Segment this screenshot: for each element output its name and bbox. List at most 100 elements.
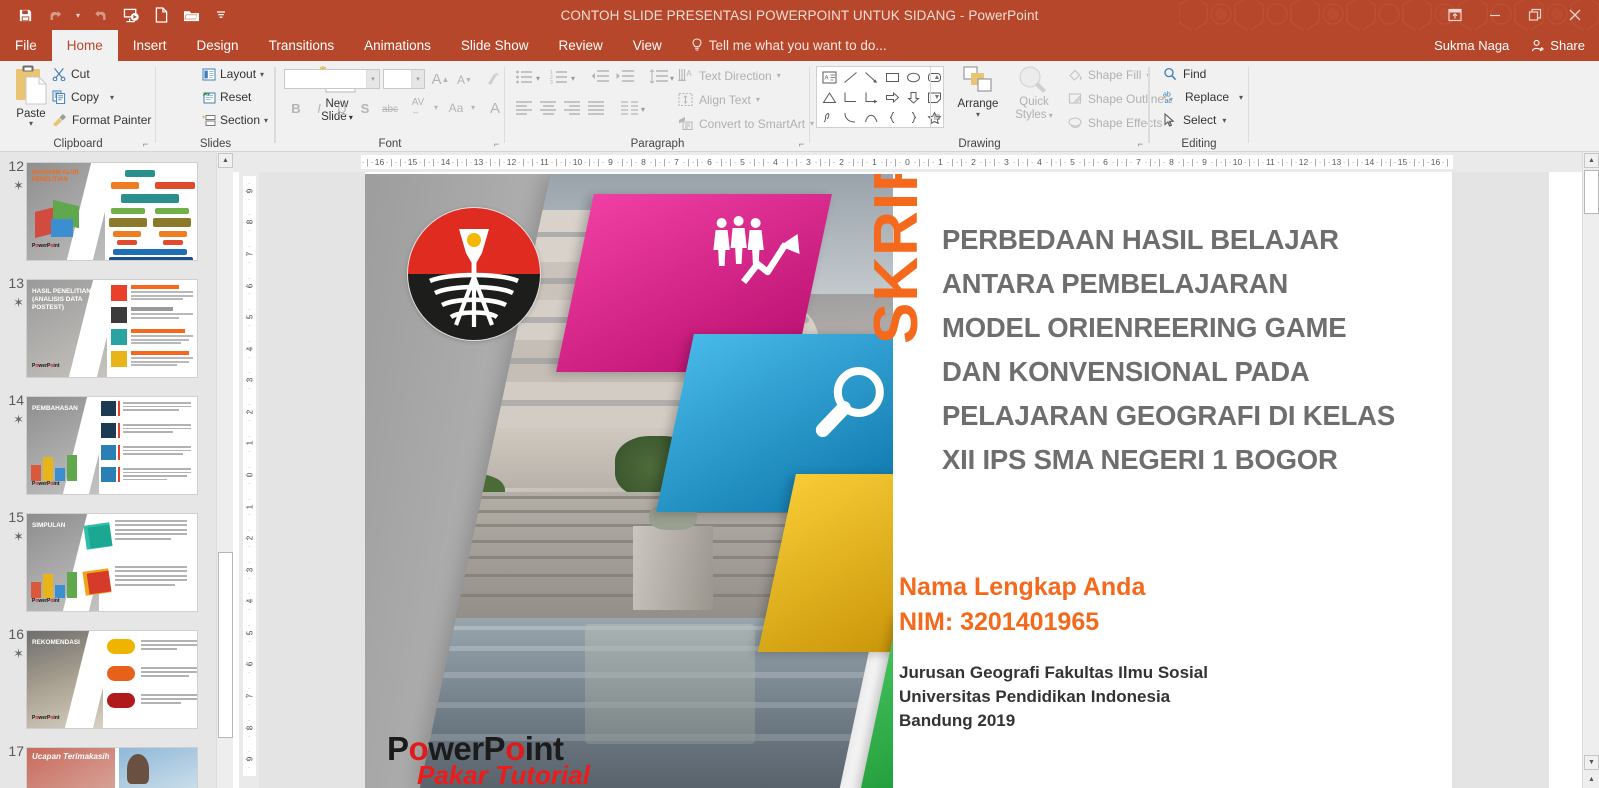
font-size-input[interactable]: ▾ — [383, 69, 425, 89]
align-right-button[interactable] — [563, 100, 583, 120]
redo-icon[interactable] — [86, 1, 116, 29]
slide-thumbnail-12[interactable]: DIAGRAM ALUR PENELITIAN PowerPoint — [26, 162, 198, 261]
line-spacing-dropdown-icon[interactable]: ▾ — [670, 74, 674, 83]
columns-dropdown-icon[interactable]: ▾ — [641, 105, 645, 114]
shape-scribble-icon[interactable] — [819, 108, 839, 127]
character-spacing-button[interactable]: AV ↔ — [405, 96, 431, 118]
shapes-scroll-up-icon[interactable]: ▲ — [931, 67, 943, 87]
font-name-input[interactable]: ▾ — [284, 69, 380, 89]
decrease-indent-button[interactable] — [590, 69, 610, 91]
shape-elbow-arrow-icon[interactable] — [861, 88, 881, 107]
text-shadow-button[interactable]: S — [354, 97, 376, 119]
clipboard-dialog-launcher[interactable]: ⌐ — [143, 139, 148, 149]
tab-home[interactable]: Home — [51, 30, 118, 61]
start-slideshow-icon[interactable] — [116, 1, 146, 29]
user-name[interactable]: Sukma Naga — [1434, 38, 1523, 53]
text-direction-button[interactable]: A Text Direction ▾ — [678, 68, 781, 83]
slide-thumbnail-pane[interactable]: 12 ✶ DIAGRAM ALUR PENELITIAN PowerPoint — [0, 152, 222, 788]
slide-thumbnail-13[interactable]: HASIL PENELITIAN (ANALISIS DATA POSTEST)… — [26, 279, 198, 378]
shapes-more-icon[interactable]: ▤ — [931, 107, 943, 127]
cut-button[interactable]: Cut — [52, 67, 90, 81]
drawing-dialog-launcher[interactable]: ⌐ — [1138, 139, 1143, 149]
customize-qat-icon[interactable] — [206, 1, 236, 29]
replace-dropdown-icon[interactable]: ▾ — [1239, 93, 1243, 102]
new-file-icon[interactable] — [146, 1, 176, 29]
current-slide[interactable]: PowerPoint Pakar Tutorial SKRIPSI PERBED… — [365, 174, 1452, 788]
font-color-button[interactable]: A — [486, 97, 504, 119]
tab-review[interactable]: Review — [543, 30, 617, 61]
scroll-up-icon[interactable]: ▲ — [1584, 153, 1599, 168]
tab-animations[interactable]: Animations — [349, 30, 446, 61]
shape-elbow-connector-icon[interactable] — [840, 88, 860, 107]
font-dialog-launcher[interactable]: ⌐ — [494, 139, 499, 149]
shape-triangle-icon[interactable] — [819, 88, 839, 107]
thumbnail-scroll-up-icon[interactable]: ▲ — [218, 153, 233, 168]
slide-thumbnail-16[interactable]: REKOMENDASI PowerPoint — [26, 630, 198, 729]
shape-arrow-icon[interactable] — [861, 68, 881, 87]
reset-button[interactable]: Reset — [202, 90, 251, 104]
shape-right-brace-icon[interactable] — [903, 108, 923, 127]
scroll-down-icon[interactable]: ▼ — [1584, 755, 1599, 770]
copy-dropdown-icon[interactable]: ▾ — [110, 93, 114, 102]
character-spacing-dropdown-icon[interactable]: ▾ — [430, 101, 442, 113]
tab-slide-show[interactable]: Slide Show — [446, 30, 544, 61]
paste-button[interactable]: Paste ▾ — [8, 64, 54, 142]
shape-textbox-icon[interactable]: A — [819, 68, 839, 87]
underline-button[interactable]: U — [331, 97, 353, 119]
convert-to-smartart-button[interactable]: Convert to SmartArt ▾ — [678, 116, 814, 131]
increase-indent-button[interactable] — [615, 69, 635, 91]
shape-right-arrow-icon[interactable] — [882, 88, 902, 107]
columns-button[interactable] — [620, 100, 640, 120]
section-button[interactable]: Section ▾ — [202, 113, 268, 127]
numbering-dropdown-icon[interactable]: ▾ — [571, 74, 575, 83]
thumbnail-pane-scrollbar[interactable]: ▲ — [216, 152, 233, 788]
align-text-button[interactable]: Align Text ▾ — [678, 92, 760, 107]
change-case-dropdown-icon[interactable]: ▾ — [467, 101, 479, 113]
decrease-font-size-button[interactable]: A ▼ — [454, 70, 475, 90]
font-name-dropdown-icon[interactable]: ▾ — [366, 70, 379, 88]
ribbon-display-options-icon[interactable] — [1435, 0, 1475, 30]
line-spacing-button[interactable] — [649, 69, 669, 91]
slide-thumbnail-15[interactable]: SIMPULAN PowerPoint — [26, 513, 198, 612]
align-left-button[interactable] — [515, 100, 535, 120]
paste-dropdown-icon[interactable]: ▾ — [29, 120, 33, 128]
shape-down-arrow-icon[interactable] — [903, 88, 923, 107]
canvas-vertical-scrollbar[interactable]: ▲ ▼ ▲ — [1582, 152, 1599, 788]
format-painter-button[interactable]: Format Painter — [52, 113, 151, 127]
shape-arc-icon[interactable] — [840, 108, 860, 127]
undo-icon[interactable] — [40, 1, 70, 29]
shape-curve-icon[interactable] — [861, 108, 881, 127]
shape-left-brace-icon[interactable] — [882, 108, 902, 127]
italic-button[interactable]: I — [308, 97, 330, 119]
select-dropdown-icon[interactable]: ▾ — [1222, 116, 1226, 125]
justify-button[interactable] — [587, 100, 607, 120]
paragraph-dialog-launcher[interactable]: ⌐ — [799, 139, 804, 149]
share-button[interactable]: Share — [1523, 30, 1599, 61]
shape-ellipse-icon[interactable] — [903, 68, 923, 87]
shapes-scroll-down-icon[interactable]: ▼ — [931, 87, 943, 107]
close-icon[interactable] — [1555, 0, 1595, 30]
bold-button[interactable]: B — [285, 97, 307, 119]
change-case-button[interactable]: Aa — [444, 98, 468, 118]
shape-fill-button[interactable]: Shape Fill ▾ — [1068, 68, 1150, 82]
shapes-gallery-scrollbar[interactable]: ▲ ▼ ▤ — [930, 67, 943, 127]
increase-font-size-button[interactable]: A ▲ — [430, 69, 451, 89]
tab-file[interactable]: File — [0, 30, 52, 61]
open-folder-icon[interactable] — [176, 1, 206, 29]
tab-insert[interactable]: Insert — [118, 30, 182, 61]
canvas-scrollbar-thumb[interactable] — [1584, 170, 1599, 214]
font-size-dropdown-icon[interactable]: ▾ — [411, 70, 424, 88]
restore-icon[interactable] — [1515, 0, 1555, 30]
tab-view[interactable]: View — [618, 30, 677, 61]
section-dropdown-icon[interactable]: ▾ — [264, 116, 268, 125]
shape-rectangle-icon[interactable] — [882, 68, 902, 87]
replace-button[interactable]: ab ac Replace ▾ — [1163, 90, 1243, 104]
align-center-button[interactable] — [539, 100, 559, 120]
tab-design[interactable]: Design — [182, 30, 254, 61]
numbering-button[interactable]: 123 — [550, 69, 570, 91]
copy-button[interactable]: Copy ▾ — [52, 90, 114, 104]
undo-dropdown-icon[interactable]: ▾ — [70, 1, 86, 29]
slide-canvas[interactable]: PowerPoint Pakar Tutorial SKRIPSI PERBED… — [259, 172, 1549, 788]
layout-button[interactable]: Layout ▾ — [202, 67, 264, 81]
tell-me-search[interactable]: Tell me what you want to do... — [677, 30, 897, 61]
